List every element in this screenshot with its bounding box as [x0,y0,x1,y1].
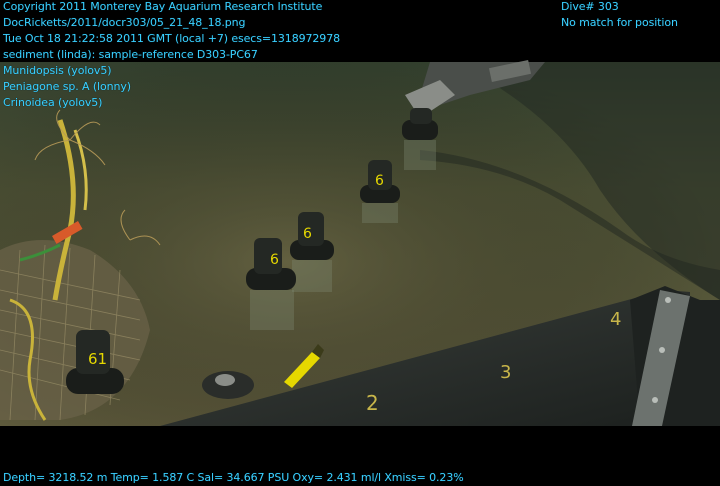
overlay-copyright: Copyright 2011 Monterey Bay Aquarium Res… [3,0,323,13]
core-label-2: 6 [375,173,384,189]
camera-frame: 6 6 6 61 4 3 2 Copyright 2011 Monterey B… [0,0,720,486]
core-label-4: 6 [270,252,279,268]
tray-mark-3: 3 [500,362,511,383]
overlay-filename: DocRicketts/2011/docr303/05_21_48_18.png [3,16,246,29]
overlay-annotation-crinoidea: Crinoidea (yolov5) [3,96,103,109]
overlay-top-left: Copyright 2011 Monterey Bay Aquarium Res… [3,0,340,111]
overlay-position-status: No match for position [561,16,678,29]
overlay-annotation-munidopsis: Munidopsis (yolov5) [3,64,112,77]
overlay-sample-reference: sediment (linda): sample-reference D303-… [3,48,258,61]
core-label-5: 61 [88,350,107,368]
overlay-top-right: Dive# 303 No match for position [561,0,678,31]
core-cap [202,371,254,399]
overlay-sensor-readout: Depth= 3218.52 m Temp= 1.587 C Sal= 34.6… [3,471,464,484]
overlay-annotation-peniagone: Peniagone sp. A (lonny) [3,80,131,93]
overlay-dive-number: Dive# 303 [561,0,619,13]
tray-mark-4: 4 [610,309,621,330]
tray-mark-2: 2 [366,391,379,415]
core-label-3: 6 [303,226,312,242]
overlay-timestamp: Tue Oct 18 21:22:58 2011 GMT (local +7) … [3,32,340,45]
